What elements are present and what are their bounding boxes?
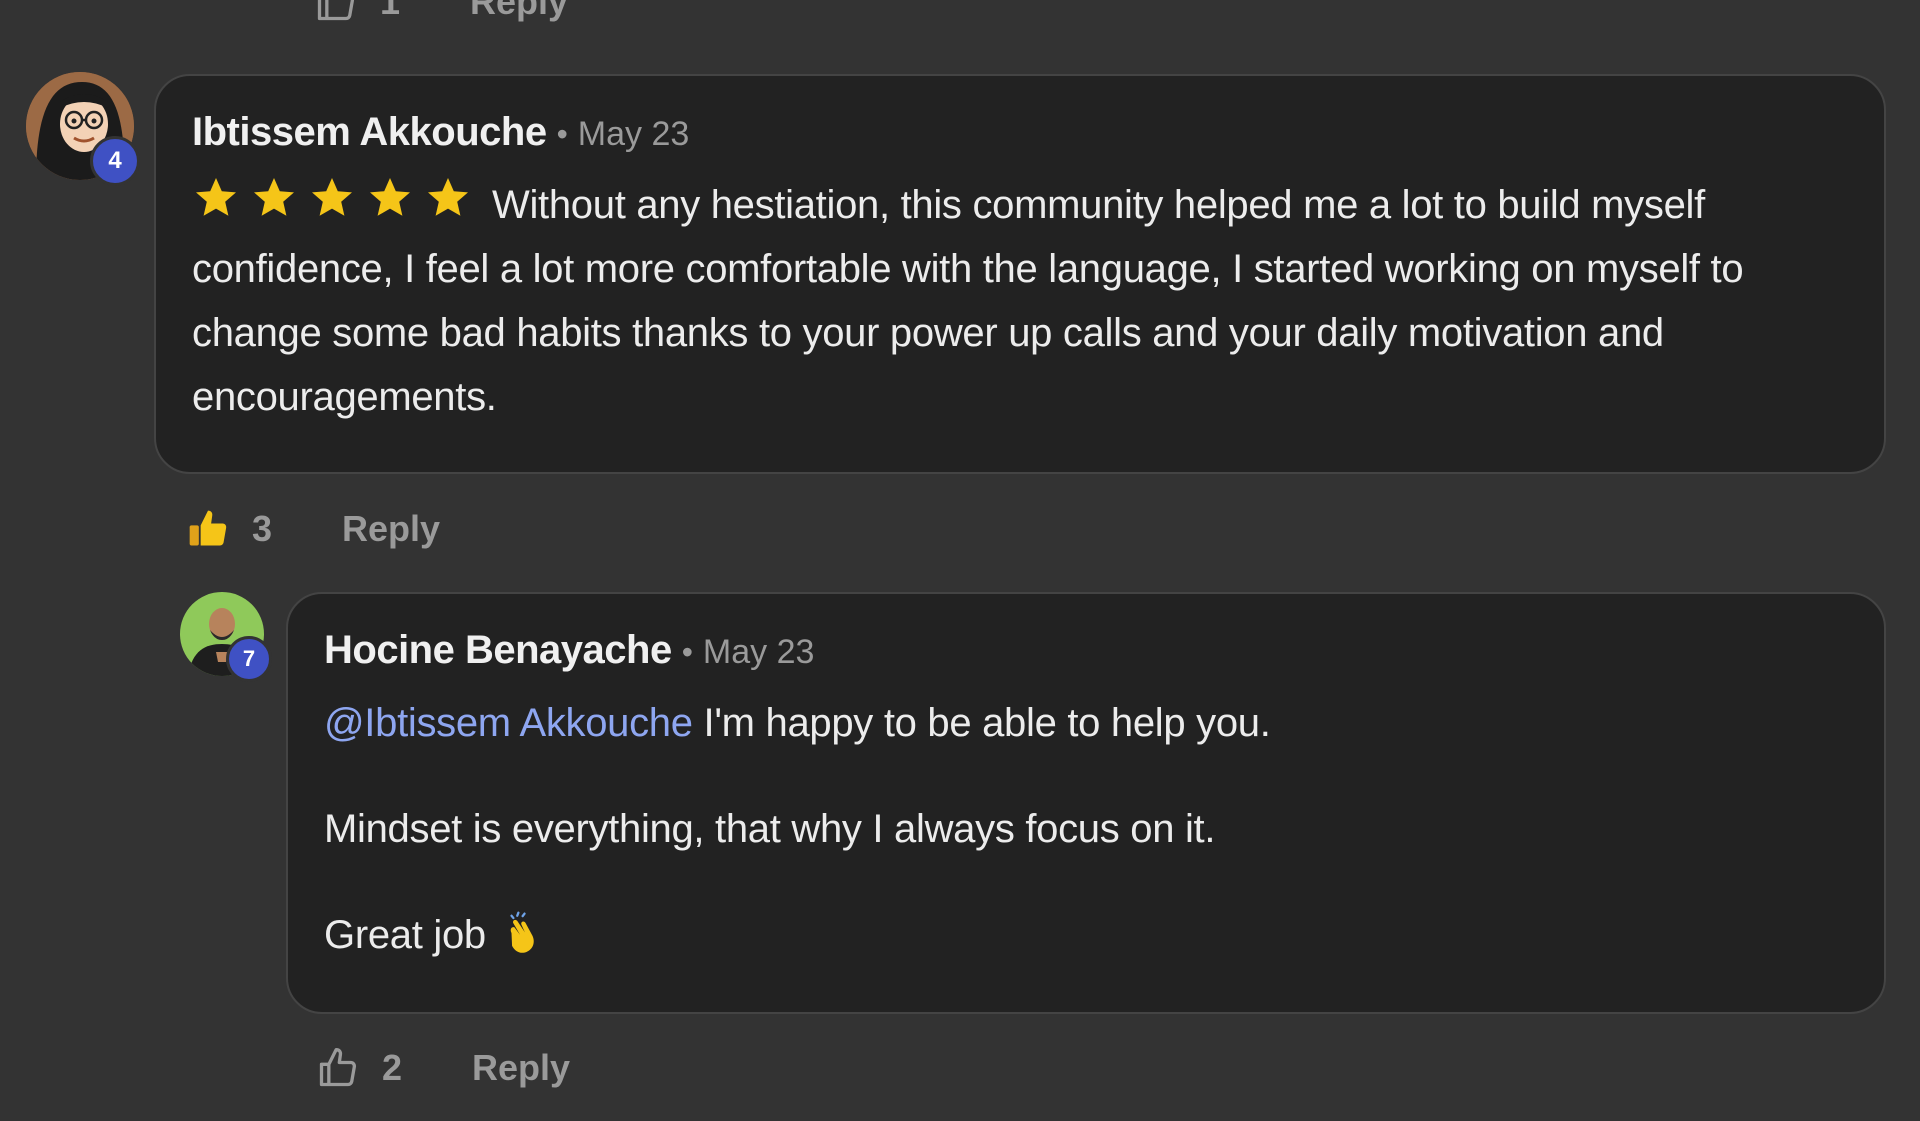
comment-thread: 1 Reply 4 Ibtissem Akkouche • May 23 Wit… bbox=[0, 0, 1920, 1121]
star-icon bbox=[254, 178, 294, 216]
rating-stars bbox=[192, 174, 482, 222]
like-count: 3 bbox=[252, 508, 273, 549]
star-icon bbox=[428, 178, 468, 216]
like-button[interactable]: 1 bbox=[314, 0, 400, 24]
author-name[interactable]: Ibtissem Akkouche bbox=[192, 110, 547, 155]
comment-author-avatar[interactable]: 4 bbox=[26, 72, 140, 186]
reply-text: I'm happy to be able to help you. bbox=[703, 701, 1271, 745]
separator-dot: • bbox=[556, 116, 568, 152]
like-count: 2 bbox=[382, 1047, 403, 1088]
reply-button[interactable]: Reply bbox=[470, 0, 568, 23]
comment-date[interactable]: May 23 bbox=[703, 633, 815, 672]
thumbs-up-outline-icon bbox=[314, 0, 358, 24]
comment-actions: 3 Reply bbox=[186, 504, 440, 554]
comment-date[interactable]: May 23 bbox=[578, 115, 690, 154]
reply-text: Great job bbox=[324, 913, 486, 957]
comment-bubble: Ibtissem Akkouche • May 23 Without any h… bbox=[154, 74, 1886, 474]
reply-line: Great job bbox=[324, 903, 1848, 967]
previous-comment-actions: 1 Reply bbox=[314, 0, 568, 22]
like-button[interactable]: 2 bbox=[316, 1046, 402, 1090]
level-badge: 7 bbox=[226, 636, 272, 682]
comment-body: @Ibtissem Akkouche I'm happy to be able … bbox=[324, 691, 1848, 967]
like-count: 1 bbox=[380, 0, 401, 22]
clapping-hands-icon bbox=[510, 911, 534, 953]
user-mention-link[interactable]: @Ibtissem Akkouche bbox=[324, 701, 693, 745]
separator-dot: • bbox=[681, 634, 693, 670]
author-name[interactable]: Hocine Benayache bbox=[324, 628, 672, 673]
reply-line: @Ibtissem Akkouche I'm happy to be able … bbox=[324, 691, 1848, 755]
reply-button[interactable]: Reply bbox=[472, 1047, 570, 1089]
star-icon bbox=[312, 178, 352, 216]
reply-line: Mindset is everything, that why I always… bbox=[324, 807, 1216, 851]
thumbs-up-filled-icon bbox=[186, 507, 230, 551]
comment-header: Ibtissem Akkouche • May 23 bbox=[192, 110, 1848, 155]
reply-bubble: Hocine Benayache • May 23 @Ibtissem Akko… bbox=[286, 592, 1886, 1014]
like-button[interactable]: 3 bbox=[186, 507, 272, 551]
reply-button[interactable]: Reply bbox=[342, 508, 440, 550]
reply-author-avatar[interactable]: 7 bbox=[180, 592, 272, 682]
comment-header: Hocine Benayache • May 23 bbox=[324, 628, 1848, 673]
reply-actions: 2 Reply bbox=[316, 1043, 570, 1093]
level-badge: 4 bbox=[90, 136, 140, 186]
thumbs-up-outline-icon bbox=[316, 1046, 360, 1090]
comment-body: Without any hestiation, this community h… bbox=[192, 173, 1848, 429]
star-icon bbox=[370, 178, 410, 216]
star-icon bbox=[196, 178, 236, 216]
